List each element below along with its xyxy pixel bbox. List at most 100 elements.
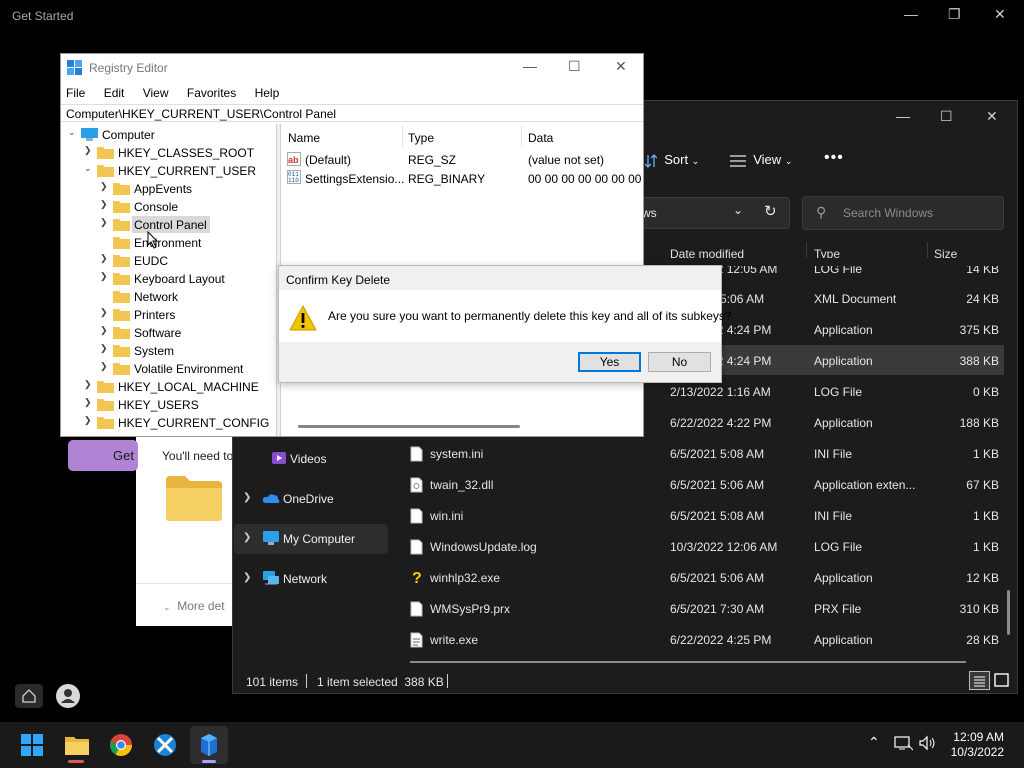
tree-node-console[interactable]: ❯ Console <box>98 198 258 216</box>
tree-node-hkey-current-user[interactable]: ⌄ HKEY_CURRENT_USER <box>82 162 256 180</box>
network-status-icon[interactable] <box>894 735 914 751</box>
column-divider[interactable] <box>402 126 403 148</box>
help-icon: ? <box>412 570 422 585</box>
restore-icon[interactable]: ❐ <box>948 6 961 23</box>
tree-node-keyboard-layout[interactable]: ❯ Keyboard Layout <box>98 270 258 288</box>
tree-node-computer[interactable]: ⌄ Computer <box>66 126 246 144</box>
tree-node-appevents[interactable]: ❯ AppEvents <box>98 180 258 198</box>
tree-node-hkey-users[interactable]: ❯ HKEY_USERS <box>82 396 262 414</box>
clock-date[interactable]: 10/3/2022 <box>940 745 1004 759</box>
nav-item-onedrive[interactable]: ❯ OneDrive <box>234 484 388 514</box>
reg-minimize-icon[interactable]: — <box>523 58 537 74</box>
explorer-close-icon[interactable]: ✕ <box>986 108 998 125</box>
search-icon: ⚲ <box>816 204 827 220</box>
menu-view[interactable]: View <box>143 86 169 100</box>
file-name[interactable]: WMSysPr9.prx <box>430 602 510 616</box>
windows-logo-icon <box>21 734 43 756</box>
column-header-name[interactable]: Name <box>288 131 320 145</box>
file-name[interactable]: win.ini <box>430 509 463 523</box>
active-indicator <box>202 760 216 763</box>
row-size: 1 KB <box>972 447 999 461</box>
taskbar-file-explorer[interactable] <box>58 726 96 764</box>
chevron-down-icon: ⌄ <box>784 156 793 166</box>
value-name[interactable]: (Default) <box>305 153 351 167</box>
nav-item-my-computer[interactable]: ❯ My Computer <box>234 524 388 554</box>
file-name[interactable]: WindowsUpdate.log <box>430 540 537 554</box>
chevron-right-icon: ❯ <box>100 271 108 281</box>
chevron-right-icon: ❯ <box>100 253 108 263</box>
row-type: Application <box>814 323 873 337</box>
list-horizontal-scrollbar[interactable] <box>298 425 520 428</box>
home-button[interactable] <box>15 684 43 708</box>
search-placeholder[interactable]: Search Windows <box>843 206 933 220</box>
column-divider[interactable] <box>521 126 522 148</box>
view-button[interactable]: View ⌄ <box>730 152 792 167</box>
chevron-down-icon: ⌄ <box>68 127 76 137</box>
volume-icon[interactable] <box>918 735 938 751</box>
horizontal-scrollbar[interactable] <box>410 661 966 663</box>
chevron-right-icon: ❯ <box>100 181 108 191</box>
chevron-right-icon: ❯ <box>100 343 108 353</box>
see-more-button[interactable]: ••• <box>824 149 844 167</box>
selected-node-label: Control Panel <box>132 216 210 233</box>
clock-time[interactable]: 12:09 AM <box>952 730 1004 744</box>
refresh-icon[interactable]: ↻ <box>764 202 777 220</box>
tree-node-hkey-current-config[interactable]: ❯ HKEY_CURRENT_CONFIG <box>82 414 269 432</box>
user-avatar-button[interactable] <box>56 684 80 708</box>
show-hidden-icons-button[interactable]: ⌃ <box>868 734 880 751</box>
no-button[interactable]: No <box>648 352 711 372</box>
nav-item-videos[interactable]: Videos <box>234 444 388 474</box>
file-name[interactable]: system.ini <box>430 447 483 461</box>
tree-node-system[interactable]: ❯ System <box>98 342 258 360</box>
registry-editor-title: Registry Editor <box>89 61 168 75</box>
dll-icon <box>410 477 423 493</box>
file-name[interactable]: write.exe <box>430 633 478 647</box>
document-icon <box>410 601 423 617</box>
tree-node-printers[interactable]: ❯ Printers <box>98 306 258 324</box>
taskbar-app-3[interactable] <box>146 726 184 764</box>
row-size: 67 KB <box>966 478 999 492</box>
value-name[interactable]: SettingsExtensio... <box>305 172 404 186</box>
column-header-data[interactable]: Data <box>528 131 553 145</box>
tree-node-hkey-local-machine[interactable]: ❯ HKEY_LOCAL_MACHINE <box>82 378 262 396</box>
tree-node-hkey-classes-root[interactable]: ❯ HKEY_CLASSES_ROOT <box>82 144 254 162</box>
tiles-view-button[interactable] <box>992 671 1011 690</box>
minimize-icon[interactable]: — <box>904 6 918 22</box>
yes-button[interactable]: Yes <box>578 352 641 372</box>
file-name[interactable]: twain_32.dll <box>430 478 493 492</box>
menu-edit[interactable]: Edit <box>104 86 125 100</box>
tree-node-software[interactable]: ❯ Software <box>98 324 258 342</box>
folder-icon <box>113 309 130 321</box>
column-header-type[interactable]: Type <box>408 131 434 145</box>
menu-help[interactable]: Help <box>255 86 280 100</box>
menu-favorites[interactable]: Favorites <box>187 86 236 100</box>
menu-file[interactable]: File <box>66 86 85 100</box>
tree-node-network[interactable]: Network <box>98 288 258 306</box>
tree-node-environment[interactable]: Environment <box>98 234 258 252</box>
more-details-link[interactable]: ⌄ More det <box>163 599 225 613</box>
sort-button[interactable]: Sort ⌄ <box>645 152 699 168</box>
explorer-minimize-icon[interactable]: — <box>896 108 910 124</box>
taskbar-chrome[interactable] <box>102 726 140 764</box>
registry-editor-icon <box>67 60 82 75</box>
tree-node-volatile-environment[interactable]: ❯ Volatile Environment <box>98 360 268 378</box>
tree-node-eudc[interactable]: ❯ EUDC <box>98 252 258 270</box>
tiles-view-icon <box>994 673 1009 687</box>
tree-node-control-panel[interactable]: ❯ Control Panel <box>98 216 258 234</box>
address-dropdown-icon[interactable]: ⌄ <box>733 203 743 217</box>
close-icon[interactable]: ✕ <box>994 6 1006 23</box>
start-button[interactable] <box>13 726 51 764</box>
taskbar-registry-editor[interactable] <box>190 726 228 764</box>
reg-maximize-icon[interactable]: ☐ <box>568 58 581 75</box>
vertical-scrollbar[interactable] <box>1007 590 1010 635</box>
chevron-right-icon: ❯ <box>243 492 252 503</box>
explorer-maximize-icon[interactable]: ☐ <box>940 108 953 125</box>
get-started-button[interactable]: Get <box>68 440 138 471</box>
svg-text:110: 110 <box>288 177 299 184</box>
registry-address-bar[interactable]: Computer\HKEY_CURRENT_USER\Control Panel <box>61 104 643 122</box>
details-view-button[interactable] <box>969 671 990 690</box>
reg-close-icon[interactable]: ✕ <box>615 58 627 75</box>
nav-item-network[interactable]: ❯ Network <box>234 564 388 594</box>
file-name[interactable]: winhlp32.exe <box>430 571 500 585</box>
chevron-right-icon: ❯ <box>100 361 108 371</box>
